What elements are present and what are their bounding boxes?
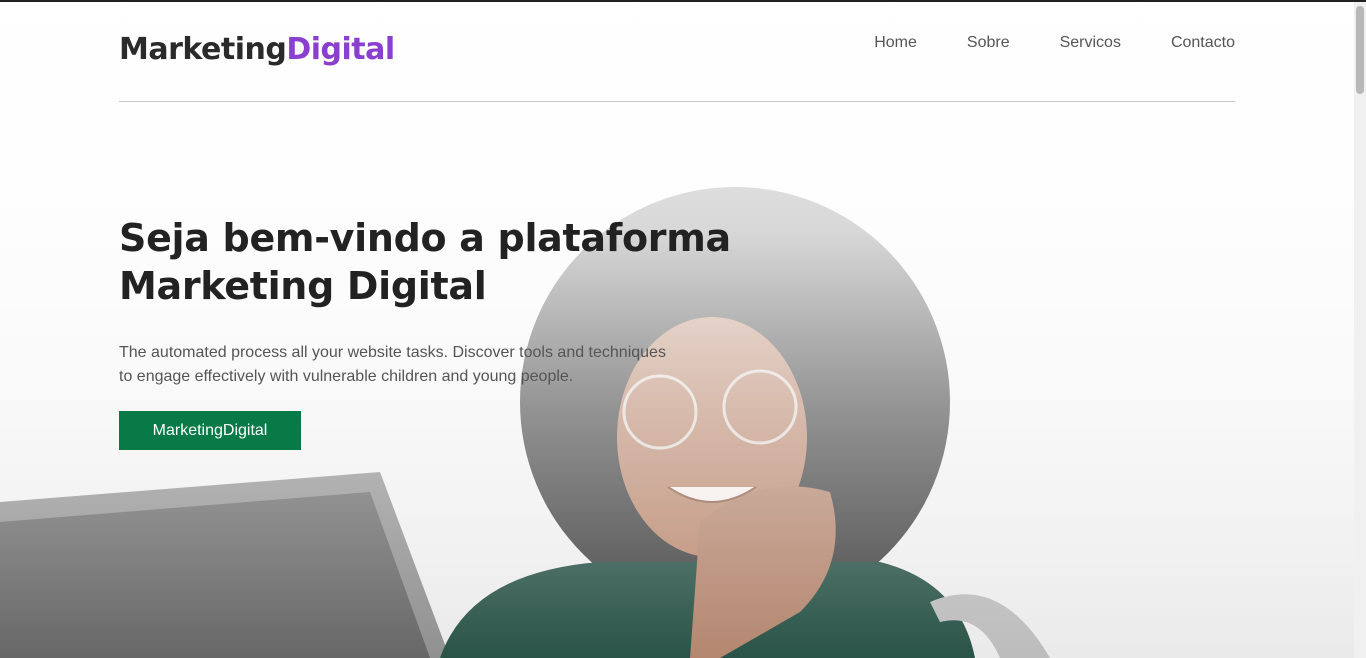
- logo-text-primary: Marketing: [119, 32, 287, 67]
- hero-description: The automated process all your website t…: [119, 341, 699, 389]
- nav-link-home[interactable]: Home: [874, 34, 917, 52]
- nav-link-servicos[interactable]: Servicos: [1060, 34, 1121, 52]
- hero-description-line-1: The automated process all your website t…: [119, 344, 666, 361]
- site-header: MarketingDigital Home Sobre Servicos Con…: [119, 2, 1235, 102]
- nav-link-sobre[interactable]: Sobre: [967, 34, 1010, 52]
- scrollbar-thumb[interactable]: [1356, 6, 1364, 94]
- cta-button[interactable]: MarketingDigital: [119, 411, 301, 450]
- hero-description-line-2: to engage effectively with vulnerable ch…: [119, 368, 574, 385]
- site-logo[interactable]: MarketingDigital: [119, 32, 395, 67]
- main-nav: Home Sobre Servicos Contacto: [824, 34, 1235, 52]
- hero-title-line-2: Marketing Digital: [119, 264, 487, 308]
- logo-text-accent: Digital: [286, 32, 395, 67]
- hero-title: Seja bem-vindo a plataforma Marketing Di…: [119, 214, 759, 310]
- page-scrollbar[interactable]: [1354, 2, 1366, 658]
- hero-title-line-1: Seja bem-vindo a plataforma: [119, 216, 731, 260]
- nav-link-contacto[interactable]: Contacto: [1171, 34, 1235, 52]
